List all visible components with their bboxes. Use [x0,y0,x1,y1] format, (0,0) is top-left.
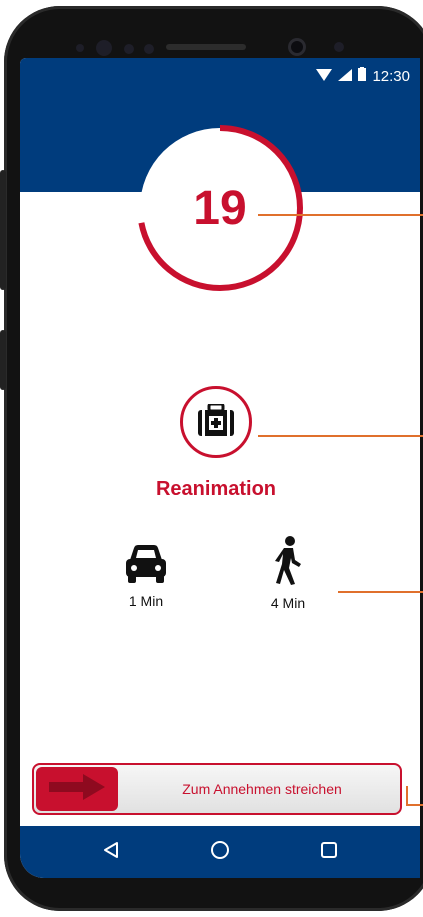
wifi-icon [316,68,333,85]
walk-eta: 4 Min [248,536,328,611]
status-time: 12:30 [372,67,410,85]
callout-line-slider-vertical [406,786,408,804]
status-bar: 12:30 [316,66,410,86]
accept-slider[interactable]: Zum Annehmen streichen [32,763,402,815]
arrow-right-icon [47,773,107,805]
emergency-type: Reanimation [155,478,277,500]
first-aid-kit-icon [198,402,234,441]
back-button[interactable] [97,838,125,866]
signal-icon [338,68,353,85]
proximity-sensor [76,44,84,52]
system-nav-bar [20,826,420,878]
front-camera [288,38,306,56]
speaker-grille [166,44,246,50]
volume-button [0,170,6,290]
bixby-button [0,330,6,390]
callout-line-transport [338,591,423,593]
battery-icon [358,67,367,85]
recents-square-icon [320,841,338,864]
home-button[interactable] [206,838,234,866]
callout-line-emergency [258,435,423,437]
car-eta-label: 1 Min [128,593,164,609]
home-circle-icon [210,840,230,865]
first-aid-kit-badge [180,386,252,458]
callout-line-slider [406,804,423,806]
light-sensor-2 [144,44,154,54]
callout-line-countdown [258,214,423,216]
countdown-value: 19 [193,181,247,235]
slider-label: Zum Annehmen streichen [182,781,342,797]
car-icon [124,545,168,588]
countdown-ring: 19 [130,118,310,298]
walking-icon [273,536,303,590]
walk-eta-label: 4 Min [270,595,306,611]
app-screen: 12:30 19 Reanimation 1 Min 4 Min Zum Ann… [20,58,420,878]
slider-handle[interactable] [36,767,118,811]
back-triangle-icon [103,841,119,864]
car-eta: 1 Min [106,544,186,609]
light-sensor [124,44,134,54]
iris-sensor [96,40,112,56]
recents-button[interactable] [315,838,343,866]
front-sensor [334,42,344,52]
